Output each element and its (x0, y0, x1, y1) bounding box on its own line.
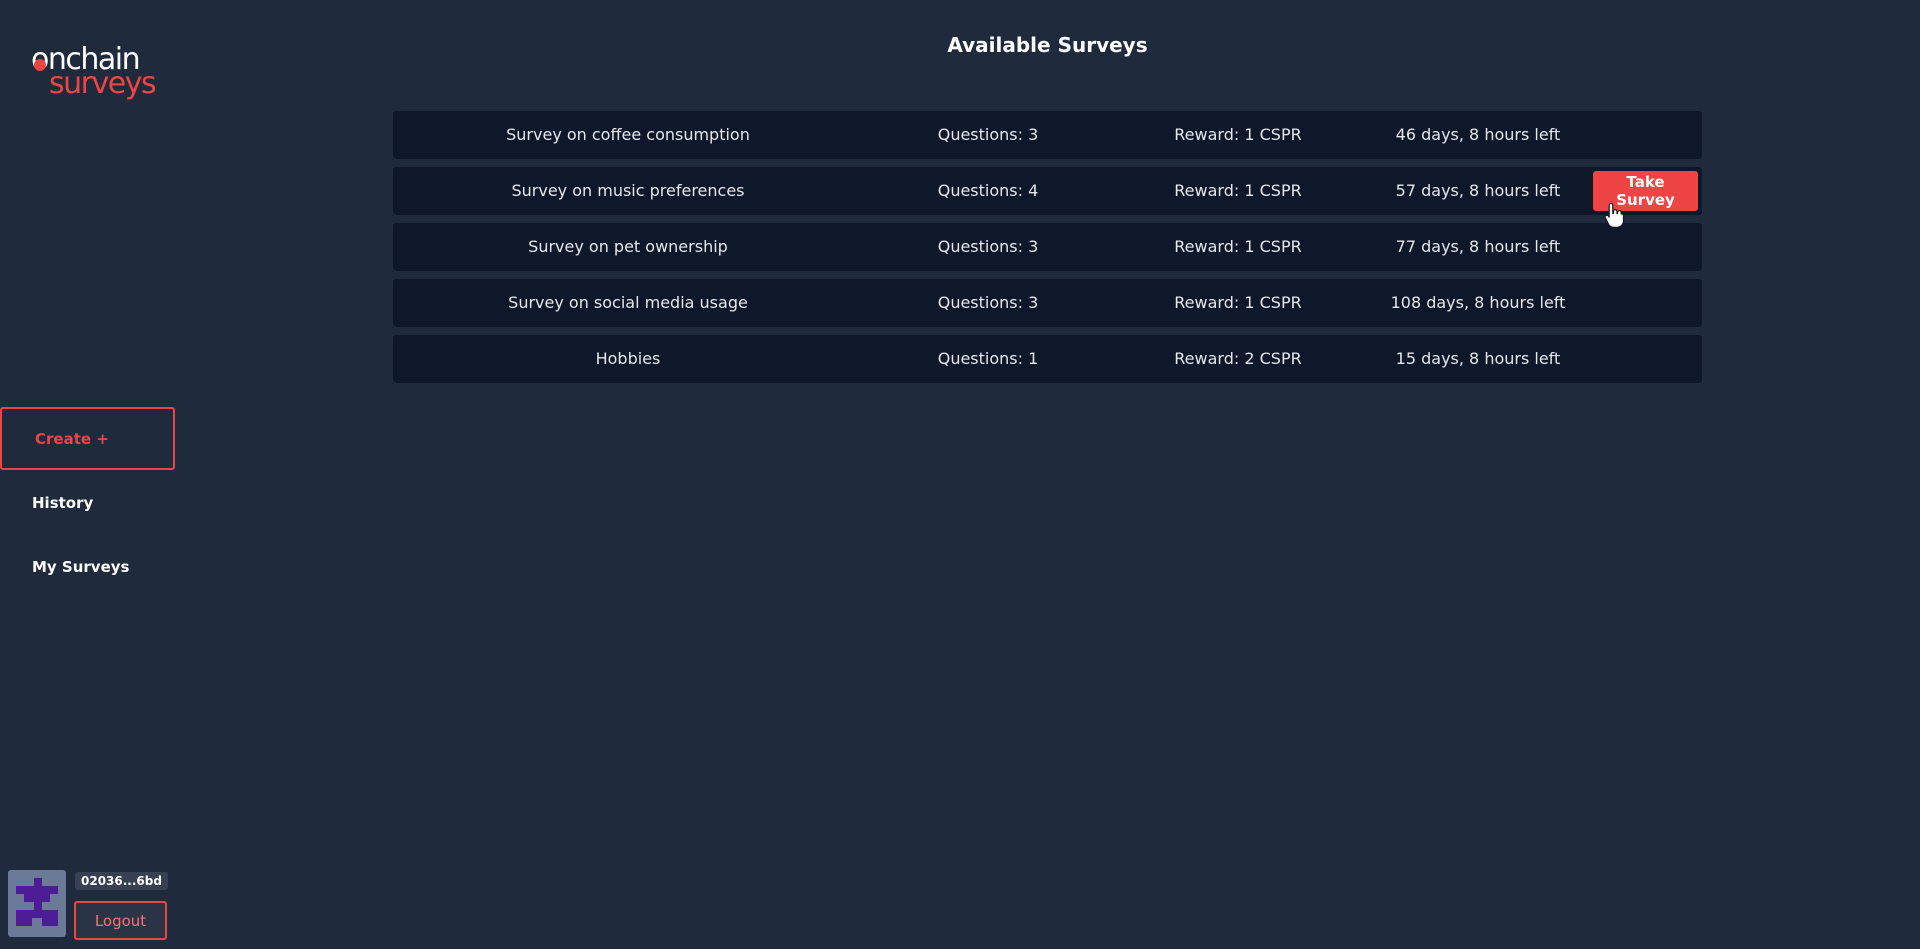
page-title: Available Surveys (947, 33, 1148, 57)
survey-time-left: 77 days, 8 hours left (1395, 237, 1561, 256)
survey-reward: Reward: 1 CSPR (1174, 125, 1302, 144)
hand-cursor-icon (1604, 202, 1625, 228)
survey-questions: Questions: 3 (937, 125, 1039, 144)
survey-title: Survey on music preferences (511, 181, 745, 200)
survey-time-left: 108 days, 8 hours left (1390, 293, 1566, 312)
survey-title: Survey on pet ownership (528, 237, 728, 256)
survey-reward: Reward: 2 CSPR (1174, 349, 1302, 368)
survey-title: Hobbies (595, 349, 661, 368)
survey-row[interactable]: Survey on coffee consumption Questions: … (393, 111, 1702, 159)
survey-reward: Reward: 1 CSPR (1174, 181, 1302, 200)
survey-reward: Reward: 1 CSPR (1174, 293, 1302, 312)
survey-row[interactable]: Survey on pet ownership Questions: 3 Rew… (393, 223, 1702, 271)
wallet-address: 02036...6bd (75, 872, 168, 890)
identicon-avatar-icon (8, 870, 66, 937)
survey-row[interactable]: Hobbies Questions: 1 Reward: 2 CSPR 15 d… (393, 335, 1702, 383)
logout-button[interactable]: Logout (74, 901, 167, 940)
nav-history[interactable]: History (32, 494, 93, 512)
create-button[interactable]: Create + (0, 407, 175, 470)
nav-my-surveys[interactable]: My Surveys (32, 558, 129, 576)
survey-questions: Questions: 1 (937, 349, 1039, 368)
survey-time-left: 46 days, 8 hours left (1395, 125, 1561, 144)
logo-text-bottom: surveys (49, 66, 157, 101)
survey-questions: Questions: 4 (937, 181, 1039, 200)
logo-dot-icon (34, 59, 46, 71)
survey-time-left: 15 days, 8 hours left (1395, 349, 1561, 368)
survey-title: Survey on coffee consumption (506, 125, 750, 144)
survey-row[interactable]: Survey on music preferences Questions: 4… (393, 167, 1702, 215)
survey-title: Survey on social media usage (508, 293, 748, 312)
survey-questions: Questions: 3 (937, 293, 1039, 312)
survey-time-left: 57 days, 8 hours left (1395, 181, 1561, 200)
survey-row[interactable]: Survey on social media usage Questions: … (393, 279, 1702, 327)
survey-reward: Reward: 1 CSPR (1174, 237, 1302, 256)
sidebar: onchain surveys Create + History My Surv… (0, 0, 176, 949)
survey-questions: Questions: 3 (937, 237, 1039, 256)
survey-list: Survey on coffee consumption Questions: … (393, 111, 1702, 391)
